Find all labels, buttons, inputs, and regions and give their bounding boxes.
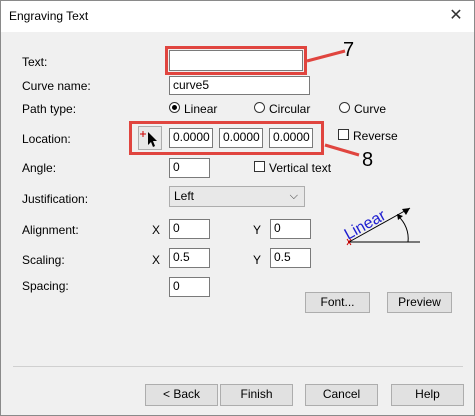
engraving-text-dialog: Engraving Text ✕ Text: 7 Curve name: cur… (0, 0, 475, 416)
reverse-checkbox[interactable] (338, 129, 349, 140)
vertical-text-checkbox[interactable] (254, 161, 265, 172)
location-label: Location: (22, 132, 71, 146)
preview-linear-text: Linear (342, 207, 390, 244)
font-button[interactable]: Font... (305, 292, 370, 313)
close-icon[interactable]: ✕ (444, 5, 468, 27)
curve-name-label: Curve name: (22, 79, 91, 93)
alignment-x-input[interactable]: 0 (169, 219, 210, 239)
callout-line-8 (324, 143, 360, 157)
annotation-box-text (165, 46, 307, 75)
title-bar: Engraving Text ✕ (1, 1, 474, 32)
path-type-circular-radio[interactable] (254, 102, 265, 113)
preview-button[interactable]: Preview (387, 292, 452, 313)
scaling-x-label: X (152, 253, 161, 267)
path-type-label: Path type: (22, 102, 77, 116)
alignment-y-label: Y (253, 223, 262, 237)
scaling-y-input[interactable]: 0.5 (270, 248, 311, 268)
vertical-text-label[interactable]: Vertical text (269, 161, 331, 175)
bottom-separator (13, 366, 463, 367)
path-type-linear-radio[interactable] (169, 102, 180, 113)
alignment-x-label: X (152, 223, 161, 237)
path-type-linear-label[interactable]: Linear (184, 102, 217, 116)
angle-label: Angle: (22, 161, 57, 175)
text-label: Text: (22, 55, 48, 69)
justification-label: Justification: (22, 192, 89, 206)
spacing-input[interactable]: 0 (169, 277, 210, 297)
annotation-box-location (129, 121, 324, 155)
cancel-button[interactable]: Cancel (305, 384, 378, 406)
back-button[interactable]: < Back (145, 384, 218, 406)
scaling-label: Scaling: (22, 253, 65, 267)
scaling-x-input[interactable]: 0.5 (169, 248, 210, 268)
path-type-curve-label[interactable]: Curve (354, 102, 386, 116)
path-preview-graphic: Linear (342, 207, 420, 246)
path-type-circular-label[interactable]: Circular (269, 102, 310, 116)
callout-number-8: 8 (362, 149, 374, 171)
angle-input[interactable]: 0 (169, 158, 210, 178)
window-title: Engraving Text (9, 9, 89, 23)
justification-select[interactable]: Left ⌵ (169, 186, 305, 207)
finish-button[interactable]: Finish (220, 384, 293, 406)
justification-value: Left (174, 189, 195, 203)
chevron-down-icon: ⌵ (289, 190, 298, 202)
scaling-y-label: Y (253, 253, 262, 267)
callout-number-7: 7 (343, 39, 355, 61)
curve-name-input[interactable]: curve5 (169, 76, 310, 95)
spacing-label: Spacing: (22, 279, 69, 293)
alignment-label: Alignment: (22, 223, 79, 237)
alignment-y-input[interactable]: 0 (270, 219, 311, 239)
help-button[interactable]: Help (391, 384, 464, 406)
path-type-curve-radio[interactable] (339, 102, 350, 113)
